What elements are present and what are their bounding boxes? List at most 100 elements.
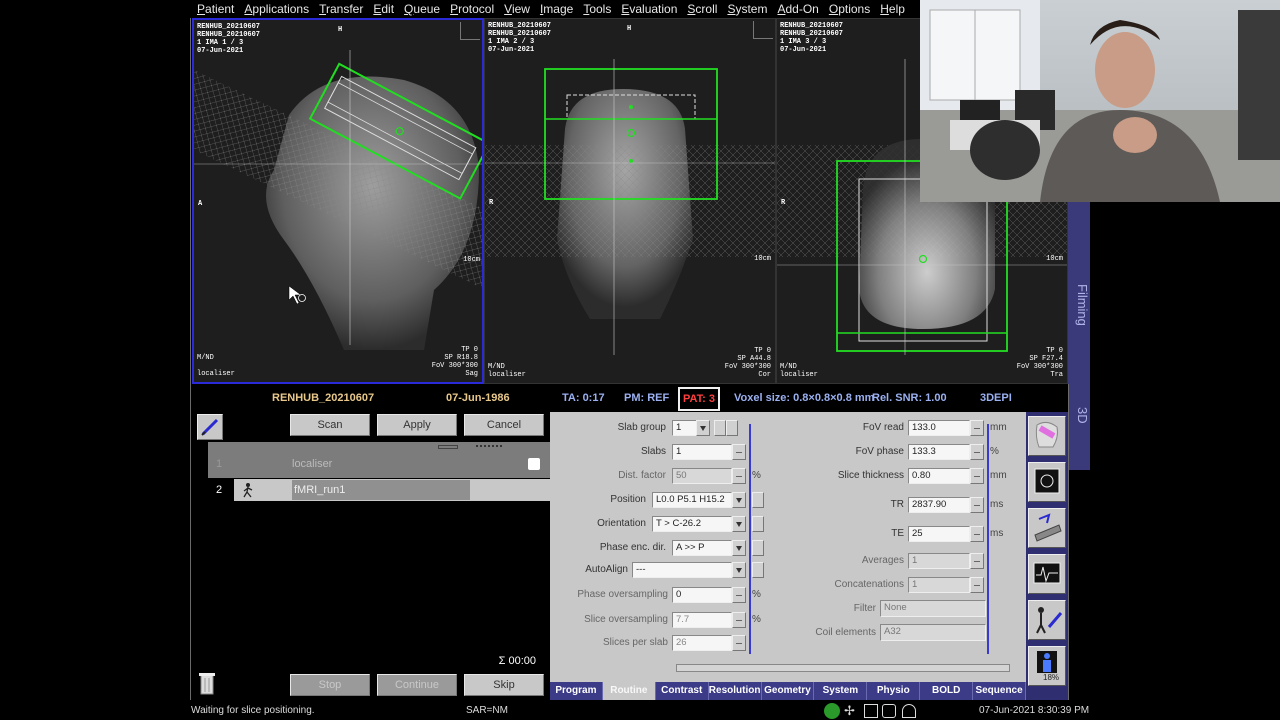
- menu-queue[interactable]: Queue: [399, 0, 445, 18]
- queue-row-tail: [474, 479, 550, 501]
- slice-thickness-spinner[interactable]: [970, 468, 984, 484]
- continue-button[interactable]: Continue: [377, 674, 457, 696]
- patient-table-icon[interactable]: [1028, 508, 1066, 548]
- row-progress-icon: [438, 445, 458, 449]
- menu-applications[interactable]: Applications: [239, 0, 314, 18]
- chevron-down-icon[interactable]: [696, 420, 710, 436]
- tab-geometry[interactable]: Geometry: [762, 682, 815, 700]
- tab-resolution[interactable]: Resolution: [709, 682, 762, 700]
- averages-field[interactable]: 1: [908, 553, 970, 569]
- tab-sequence[interactable]: Sequence: [973, 682, 1027, 700]
- phase-enc-detail-button[interactable]: [752, 540, 764, 556]
- slice-oversampling-field[interactable]: 7.7: [672, 612, 732, 628]
- position-detail-button[interactable]: [752, 492, 764, 508]
- orientation-marker-left: R: [489, 199, 494, 207]
- filter-field[interactable]: None: [880, 600, 986, 617]
- tab-bold[interactable]: BOLD: [920, 682, 974, 700]
- viewport-coronal[interactable]: RENHUB_20210607 RENHUB_20210607 1 IMA 2 …: [484, 18, 776, 384]
- phase-enc-dir-select[interactable]: A >> P: [672, 540, 732, 556]
- horizontal-scrollbar[interactable]: [676, 664, 1010, 672]
- scan-button[interactable]: Scan: [290, 414, 370, 436]
- slice-thickness-field[interactable]: 0.80: [908, 468, 970, 484]
- edit-protocol-button[interactable]: [197, 414, 223, 440]
- orientation-select[interactable]: T > C-26.2: [652, 516, 732, 532]
- system-status-icon[interactable]: [824, 703, 840, 719]
- skip-button[interactable]: Skip: [464, 674, 544, 696]
- concatenations-spinner[interactable]: [970, 577, 984, 593]
- coronal-localiser-image[interactable]: [485, 19, 776, 384]
- physio-signal-icon[interactable]: [1028, 554, 1066, 594]
- slab-positioning-icon[interactable]: [1028, 416, 1066, 456]
- inline-display-icon[interactable]: [1028, 462, 1066, 502]
- menu-scroll[interactable]: Scroll: [682, 0, 722, 18]
- tr-spinner[interactable]: [970, 497, 984, 513]
- cancel-button[interactable]: Cancel: [464, 414, 544, 436]
- fov-read-unit: mm: [990, 422, 1007, 433]
- tab-3d[interactable]: 3D: [1068, 400, 1090, 430]
- slices-per-slab-field[interactable]: 26: [672, 635, 732, 651]
- trash-icon[interactable]: [198, 670, 216, 696]
- printer-icon[interactable]: [882, 704, 896, 718]
- phase-oversampling-spinner[interactable]: [732, 587, 746, 603]
- total-time: Σ 00:00: [498, 655, 536, 667]
- dist-factor-field[interactable]: 50: [672, 468, 732, 484]
- menu-evaluation[interactable]: Evaluation: [616, 0, 682, 18]
- viewport-corner-icon[interactable]: [753, 21, 773, 39]
- viewport-sagittal[interactable]: RENHUB_20210607 RENHUB_20210607 1 IMA 1 …: [192, 18, 484, 384]
- phase-oversampling-field[interactable]: 0: [672, 587, 732, 603]
- chevron-down-icon[interactable]: [732, 516, 746, 532]
- queue-row-localiser[interactable]: 1 localiser: [208, 442, 550, 478]
- menu-edit[interactable]: Edit: [368, 0, 399, 18]
- tab-program[interactable]: Program: [550, 682, 603, 700]
- fov-phase-field[interactable]: 133.3: [908, 444, 970, 460]
- menu-image[interactable]: Image: [535, 0, 578, 18]
- slices-per-slab-spinner[interactable]: [732, 635, 746, 651]
- fov-phase-spinner[interactable]: [970, 444, 984, 460]
- stop-button[interactable]: Stop: [290, 674, 370, 696]
- autoalign-select[interactable]: ---: [632, 562, 732, 578]
- te-spinner[interactable]: [970, 526, 984, 542]
- menu-help[interactable]: Help: [875, 0, 910, 18]
- dist-factor-spinner[interactable]: [732, 468, 746, 484]
- menu-system[interactable]: System: [722, 0, 772, 18]
- injector-icon[interactable]: [1028, 600, 1066, 640]
- recon-icon[interactable]: [902, 704, 916, 718]
- slabs-field[interactable]: 1: [672, 444, 732, 460]
- sagittal-localiser-image[interactable]: [194, 20, 484, 384]
- table-icon[interactable]: [864, 704, 878, 718]
- tr-field[interactable]: 2837.90: [908, 497, 970, 513]
- position-select[interactable]: L0.0 P5.1 H15.2: [652, 492, 732, 508]
- menu-tools[interactable]: Tools: [578, 0, 616, 18]
- tab-system[interactable]: System: [814, 682, 868, 700]
- apply-button[interactable]: Apply: [377, 414, 457, 436]
- chevron-down-icon[interactable]: [732, 492, 746, 508]
- fov-read-spinner[interactable]: [970, 420, 984, 436]
- coil-elements-field[interactable]: A32: [880, 624, 986, 641]
- fov-read-field[interactable]: 133.0: [908, 420, 970, 436]
- concatenations-field[interactable]: 1: [908, 577, 970, 593]
- tab-contrast[interactable]: Contrast: [656, 682, 709, 700]
- chevron-down-icon[interactable]: [732, 562, 746, 578]
- menu-options[interactable]: Options: [824, 0, 875, 18]
- menu-add-on[interactable]: Add-On: [772, 0, 823, 18]
- tab-filming[interactable]: Filming: [1068, 270, 1090, 340]
- queue-row-fmri[interactable]: 2 fMRI_run1: [208, 478, 550, 502]
- sar-status-icon[interactable]: 18%: [1028, 646, 1066, 686]
- autoalign-detail-button[interactable]: [752, 562, 764, 578]
- averages-spinner[interactable]: [970, 553, 984, 569]
- menu-patient[interactable]: Patient: [192, 0, 239, 18]
- menu-view[interactable]: View: [499, 0, 535, 18]
- menu-transfer[interactable]: Transfer: [314, 0, 368, 18]
- menu-protocol[interactable]: Protocol: [445, 0, 499, 18]
- tab-routine[interactable]: Routine: [602, 682, 656, 700]
- network-icon[interactable]: ✢: [844, 703, 858, 719]
- slab-prev-button[interactable]: [714, 420, 726, 436]
- slab-next-button[interactable]: [726, 420, 738, 436]
- te-field[interactable]: 25: [908, 526, 970, 542]
- tab-physio[interactable]: Physio: [867, 682, 921, 700]
- orientation-detail-button[interactable]: [752, 516, 764, 532]
- chevron-down-icon[interactable]: [732, 540, 746, 556]
- slabs-spinner[interactable]: [732, 444, 746, 460]
- viewport-corner-icon[interactable]: [460, 22, 480, 40]
- slice-oversampling-spinner[interactable]: [732, 612, 746, 628]
